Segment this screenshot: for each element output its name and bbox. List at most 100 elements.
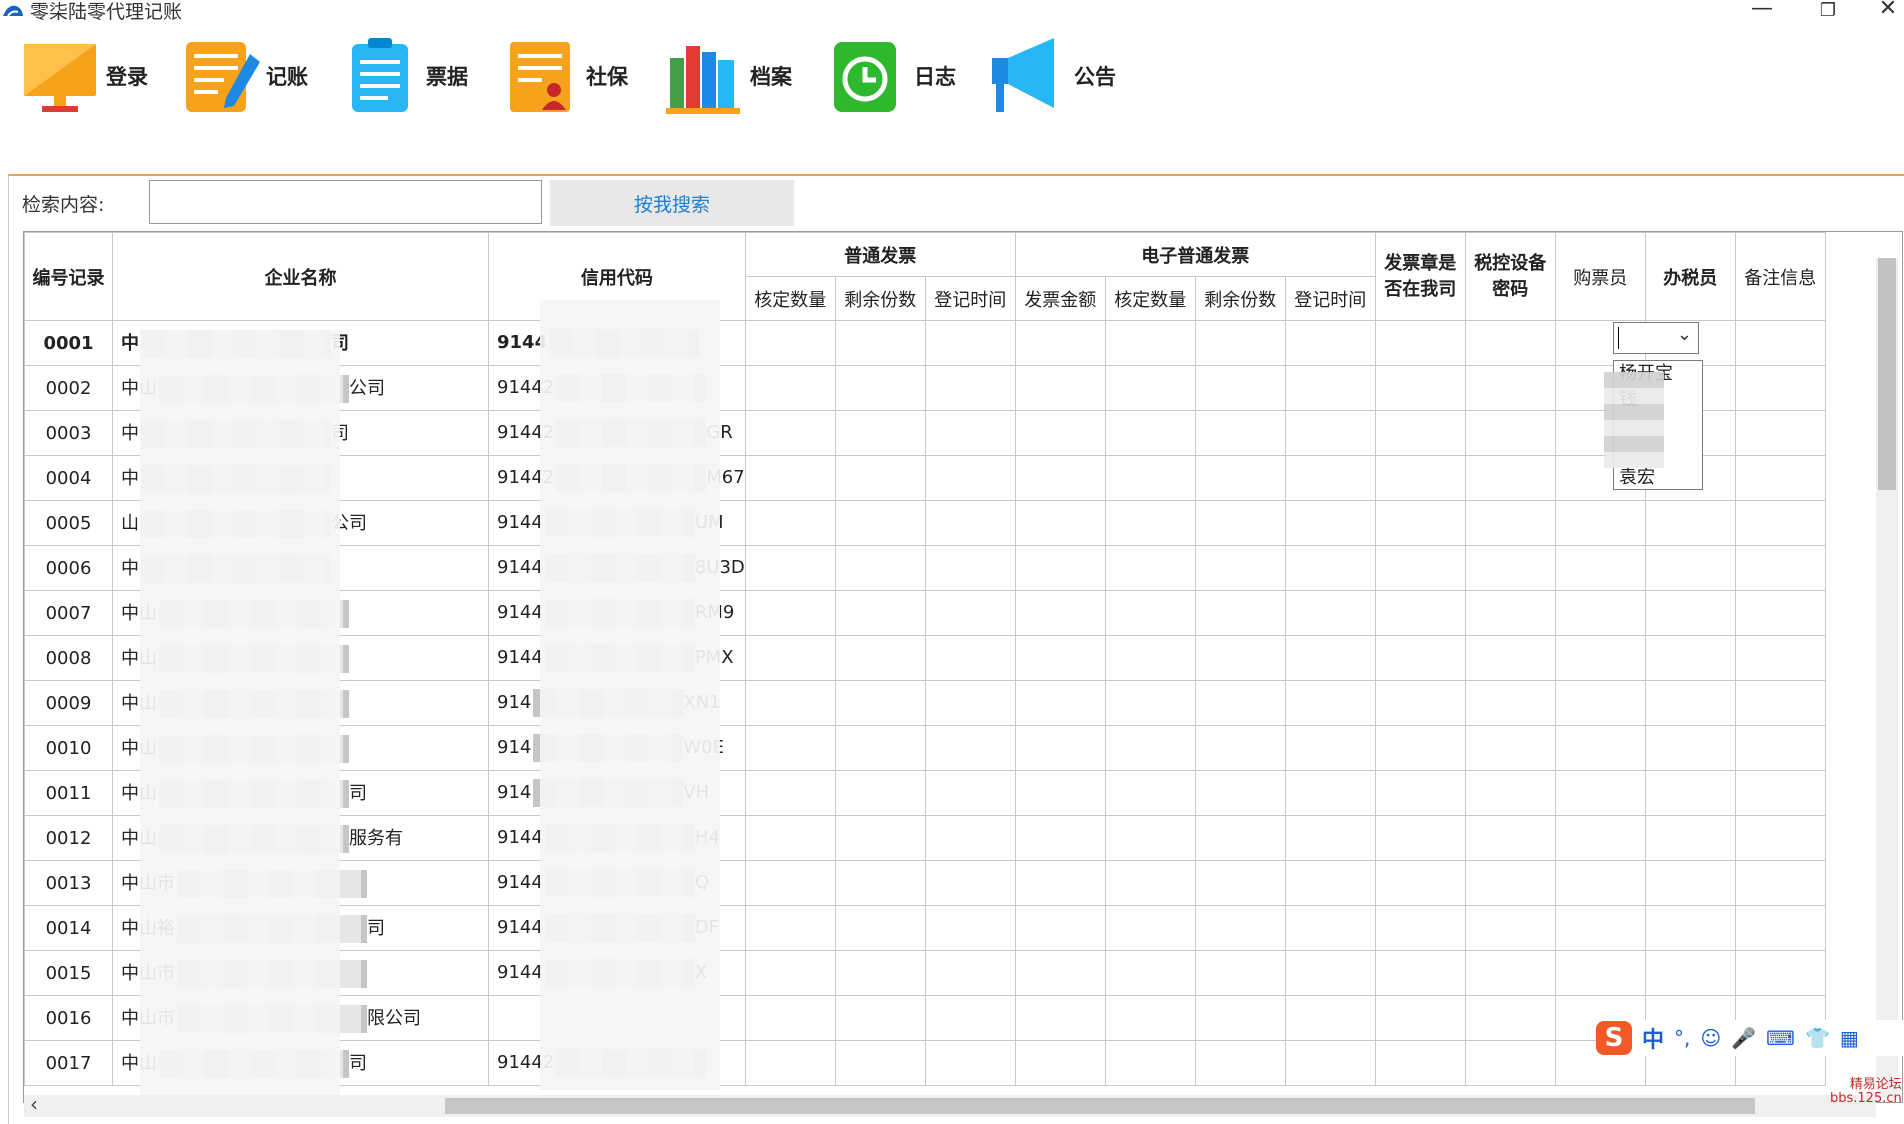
table-cell[interactable] xyxy=(924,365,1016,411)
toolbox-icon[interactable]: ▦ xyxy=(1840,1026,1859,1050)
table-cell[interactable] xyxy=(924,455,1016,501)
table-cell[interactable] xyxy=(834,680,926,726)
table-cell[interactable] xyxy=(924,950,1016,996)
table-cell[interactable] xyxy=(1374,590,1466,636)
table-cell[interactable] xyxy=(1194,455,1286,501)
table-cell[interactable] xyxy=(1194,545,1286,591)
table-cell[interactable] xyxy=(1194,995,1286,1041)
table-cell[interactable] xyxy=(1284,950,1376,996)
ime-logo-icon[interactable]: S xyxy=(1596,1021,1632,1055)
tax-officer-select[interactable]: ⌄ xyxy=(1613,322,1699,354)
header-company[interactable]: 企业名称 xyxy=(112,232,489,321)
table-cell[interactable] xyxy=(1734,815,1826,861)
table-cell[interactable] xyxy=(1014,410,1106,456)
table-cell[interactable] xyxy=(1014,635,1106,681)
table-cell[interactable] xyxy=(1374,635,1466,681)
table-cell[interactable] xyxy=(1554,680,1646,726)
table-cell[interactable] xyxy=(1014,950,1106,996)
restore-button[interactable]: ❐ xyxy=(1808,0,1848,21)
table-cell[interactable] xyxy=(1554,500,1646,546)
dropdown-option[interactable]: 袁宏 xyxy=(1614,465,1702,491)
cell-id[interactable]: 0007 xyxy=(24,590,113,636)
table-cell[interactable] xyxy=(1644,725,1736,771)
table-cell[interactable] xyxy=(834,950,926,996)
table-cell[interactable] xyxy=(744,365,836,411)
table-cell[interactable] xyxy=(1374,545,1466,591)
table-cell[interactable] xyxy=(1644,770,1736,816)
table-cell[interactable] xyxy=(924,500,1016,546)
toolbar-receipt-button[interactable]: 票据 xyxy=(340,36,468,116)
table-cell[interactable] xyxy=(1464,455,1556,501)
table-cell[interactable] xyxy=(1374,320,1466,366)
table-cell[interactable] xyxy=(834,410,926,456)
cell-id[interactable]: 0001 xyxy=(24,320,113,366)
table-cell[interactable] xyxy=(1284,545,1376,591)
table-cell[interactable] xyxy=(1194,680,1286,726)
table-cell[interactable] xyxy=(1374,860,1466,906)
table-cell[interactable] xyxy=(1464,860,1556,906)
table-cell[interactable] xyxy=(1014,455,1106,501)
table-cell[interactable] xyxy=(1284,770,1376,816)
table-cell[interactable] xyxy=(1284,410,1376,456)
table-cell[interactable] xyxy=(834,320,926,366)
table-cell[interactable] xyxy=(744,950,836,996)
table-cell[interactable] xyxy=(1284,590,1376,636)
table-cell[interactable] xyxy=(1194,320,1286,366)
cell-id[interactable]: 0003 xyxy=(24,410,113,456)
search-button[interactable]: 按我搜索 xyxy=(550,180,794,226)
ime-punctuation-toggle[interactable]: °, xyxy=(1674,1026,1690,1050)
table-cell[interactable] xyxy=(924,410,1016,456)
ime-mode-toggle[interactable]: 中 xyxy=(1642,1022,1664,1054)
table-cell[interactable] xyxy=(1284,680,1376,726)
table-cell[interactable] xyxy=(834,500,926,546)
table-cell[interactable] xyxy=(1194,410,1286,456)
table-cell[interactable] xyxy=(1734,770,1826,816)
table-cell[interactable] xyxy=(1554,770,1646,816)
close-button[interactable]: ✕ xyxy=(1868,0,1904,21)
table-cell[interactable] xyxy=(1734,410,1826,456)
table-cell[interactable] xyxy=(1464,320,1556,366)
table-cell[interactable] xyxy=(744,815,836,861)
table-cell[interactable] xyxy=(834,590,926,636)
table-cell[interactable] xyxy=(1734,320,1826,366)
toolbar-login-button[interactable]: 登录 xyxy=(20,36,148,116)
header-remarks[interactable]: 备注信息 xyxy=(1734,232,1826,321)
table-cell[interactable] xyxy=(744,455,836,501)
table-cell[interactable] xyxy=(1644,635,1736,681)
table-cell[interactable] xyxy=(1644,860,1736,906)
table-cell[interactable] xyxy=(1374,905,1466,951)
table-cell[interactable] xyxy=(1464,995,1556,1041)
table-cell[interactable] xyxy=(1374,950,1466,996)
table-cell[interactable] xyxy=(1374,1040,1466,1086)
table-cell[interactable] xyxy=(1374,680,1466,726)
table-cell[interactable] xyxy=(1194,500,1286,546)
table-cell[interactable] xyxy=(1194,905,1286,951)
table-cell[interactable] xyxy=(1284,905,1376,951)
table-cell[interactable] xyxy=(1104,410,1196,456)
table-cell[interactable] xyxy=(1014,680,1106,726)
table-cell[interactable] xyxy=(834,635,926,681)
skin-icon[interactable]: 👕 xyxy=(1805,1026,1830,1050)
table-cell[interactable] xyxy=(1644,590,1736,636)
table-cell[interactable] xyxy=(1464,950,1556,996)
table-cell[interactable] xyxy=(1194,725,1286,771)
table-cell[interactable] xyxy=(1284,815,1376,861)
table-cell[interactable] xyxy=(1194,590,1286,636)
table-cell[interactable] xyxy=(1014,770,1106,816)
table-cell[interactable] xyxy=(1014,815,1106,861)
table-cell[interactable] xyxy=(924,590,1016,636)
table-cell[interactable] xyxy=(744,1040,836,1086)
cell-id[interactable]: 0004 xyxy=(24,455,113,501)
table-cell[interactable] xyxy=(744,545,836,591)
table-cell[interactable] xyxy=(1284,455,1376,501)
toolbar-archive-button[interactable]: 档案 xyxy=(664,36,792,116)
table-cell[interactable] xyxy=(1464,770,1556,816)
table-cell[interactable] xyxy=(1014,545,1106,591)
table-cell[interactable] xyxy=(1734,950,1826,996)
table-cell[interactable] xyxy=(1194,1040,1286,1086)
table-cell[interactable] xyxy=(1014,1040,1106,1086)
table-cell[interactable] xyxy=(744,905,836,951)
cell-id[interactable]: 0015 xyxy=(24,950,113,996)
table-cell[interactable] xyxy=(924,905,1016,951)
minimize-button[interactable]: — xyxy=(1742,0,1782,21)
